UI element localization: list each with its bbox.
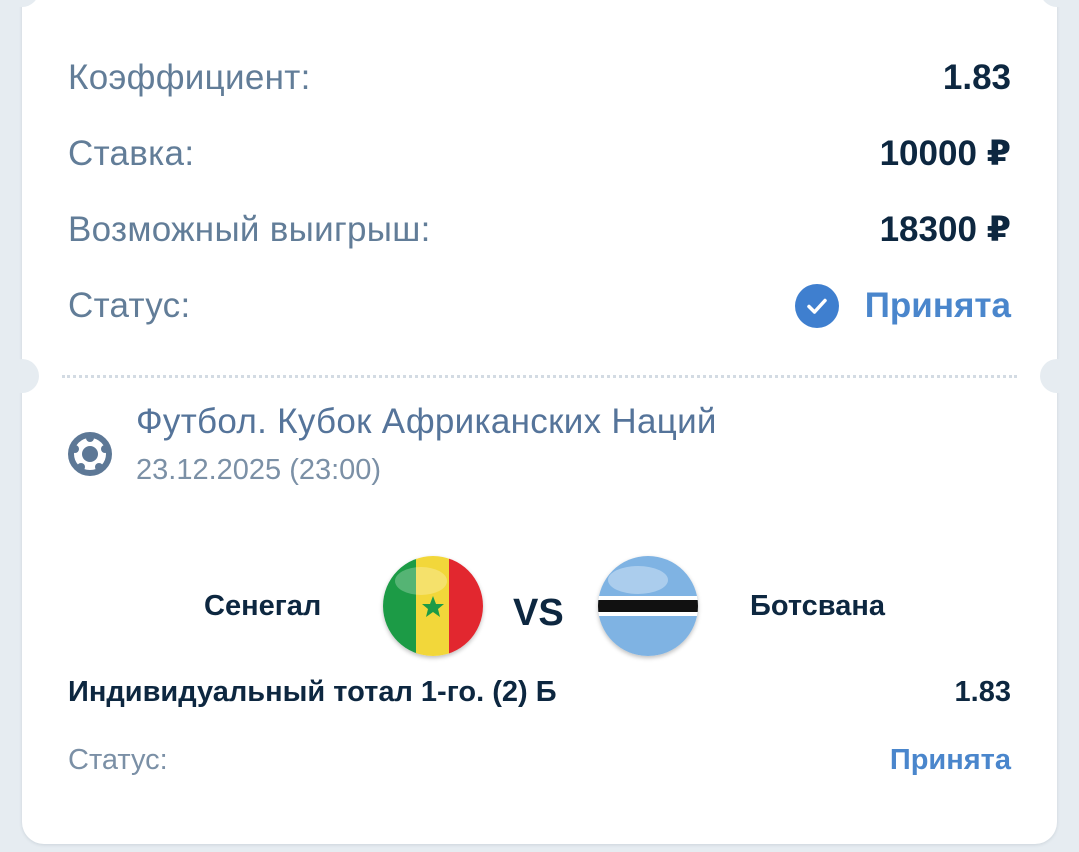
stake-value: 10000 ₽	[879, 134, 1011, 173]
away-team-name: Ботсвана	[750, 590, 886, 622]
ticket-notch-middle-left	[5, 359, 39, 393]
soccer-ball-icon	[68, 432, 112, 476]
event-header[interactable]: Футбол. Кубок Африканских Наций 23.12.20…	[68, 402, 717, 487]
check-circle-icon	[794, 284, 839, 328]
payout-value: 18300 ₽	[879, 210, 1011, 249]
ticket-notch-top-left	[5, 0, 39, 7]
coefficient-row: Коэффициент: 1.83	[68, 53, 1011, 103]
status-value: Принята	[864, 286, 1011, 325]
senegal-flag-icon	[383, 556, 483, 656]
bet-ticket-card: Коэффициент: 1.83 Ставка: 10000 ₽ Возмож…	[5, 0, 1074, 844]
status-row: Статус: Принята	[68, 281, 1011, 331]
selection-market: Индивидуальный тотал 1-го. (2) Б	[68, 675, 557, 708]
coefficient-label: Коэффициент:	[68, 58, 311, 97]
selection-status-label: Статус:	[68, 743, 168, 776]
ticket-divider	[62, 375, 1017, 378]
event-datetime: 23.12.2025 (23:00)	[136, 454, 382, 486]
status-label: Статус:	[68, 286, 191, 325]
selection-status-row: Статус: Принята	[68, 738, 1011, 782]
home-team-name: Сенегал	[204, 590, 322, 622]
selection-row: Индивидуальный тотал 1-го. (2) Б 1.83	[68, 670, 1011, 714]
selection-status-value: Принята	[889, 743, 1011, 776]
payout-row: Возможный выигрыш: 18300 ₽	[68, 205, 1011, 255]
payout-label: Возможный выигрыш:	[68, 210, 431, 249]
event-info: Футбол. Кубок Африканских Наций 23.12.20…	[136, 402, 717, 487]
selection-odds: 1.83	[954, 675, 1011, 708]
status-indicator: Принята	[794, 284, 1011, 328]
event-title: Футбол. Кубок Африканских Наций	[136, 402, 717, 441]
stake-label: Ставка:	[68, 134, 195, 173]
ticket-notch-middle-right	[1040, 359, 1074, 393]
ticket-notch-top-right	[1040, 0, 1074, 7]
versus-label: VS	[513, 592, 564, 634]
stake-row: Ставка: 10000 ₽	[68, 129, 1011, 179]
botswana-flag-icon	[598, 556, 698, 656]
coefficient-value: 1.83	[942, 58, 1011, 97]
